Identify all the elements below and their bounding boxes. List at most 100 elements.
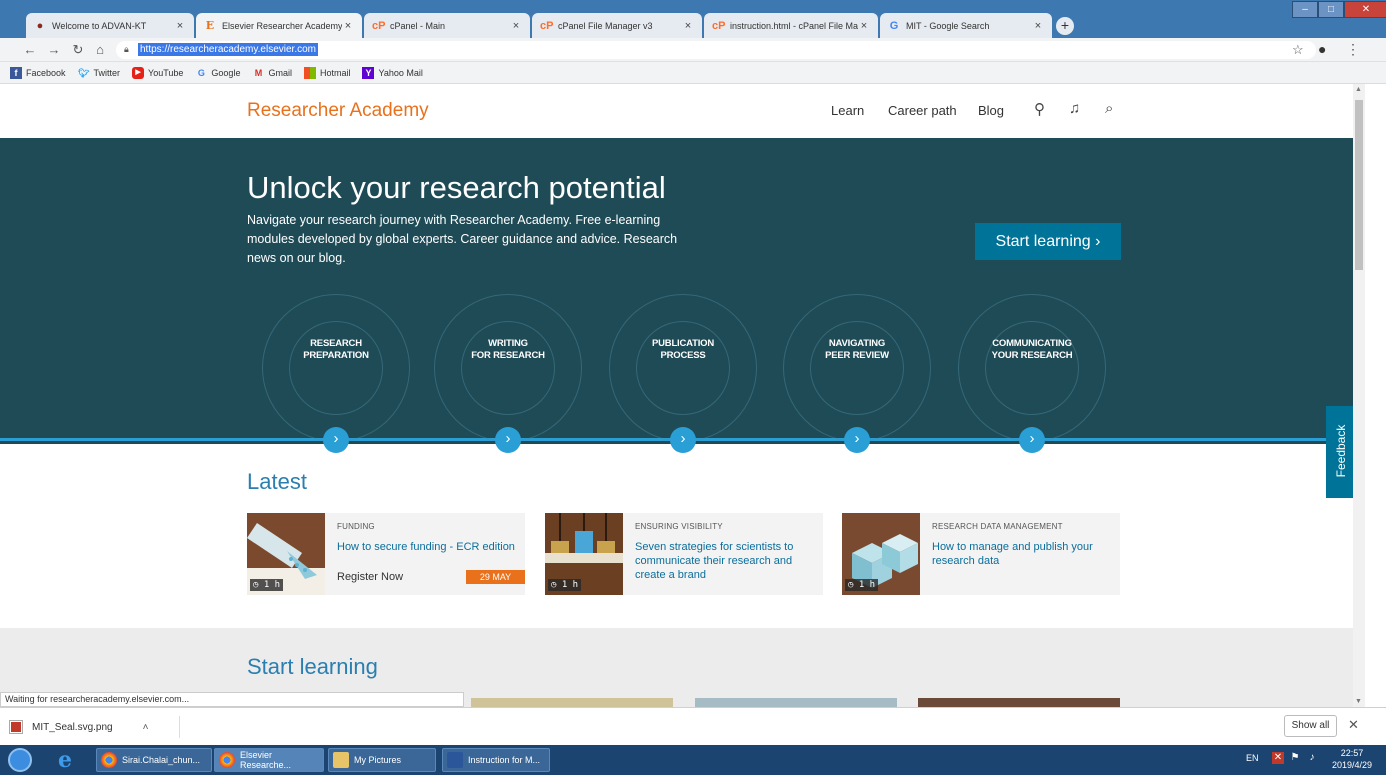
back-icon[interactable]: ← bbox=[22, 42, 38, 58]
minimize-button[interactable]: – bbox=[1292, 1, 1318, 18]
facebook-icon: f bbox=[10, 66, 22, 79]
window-close-button[interactable]: ✕ bbox=[1344, 1, 1386, 18]
close-icon[interactable]: × bbox=[858, 20, 870, 32]
cpanel-icon: cP bbox=[540, 19, 554, 32]
article-card-data-management[interactable]: ◷ 1 h RESEARCH DATA MANAGEMENT How to ma… bbox=[842, 513, 1120, 595]
article-category: ENSURING VISIBILITY bbox=[635, 522, 723, 531]
elsevier-icon: E bbox=[205, 18, 215, 32]
scroll-up-icon[interactable]: ▲ bbox=[1355, 86, 1362, 93]
close-icon[interactable]: × bbox=[1032, 20, 1044, 32]
latest-heading: Latest bbox=[247, 469, 307, 494]
decorative-ring bbox=[985, 321, 1079, 415]
tab-google-search[interactable]: G MIT - Google Search × bbox=[880, 13, 1052, 38]
step-publication-process[interactable]: PUBLICATION PROCESS › bbox=[603, 294, 763, 458]
tab-label: instruction.html - cPanel File Ma bbox=[730, 20, 858, 31]
home-icon[interactable]: ⌂ bbox=[92, 42, 108, 58]
nav-career-path[interactable]: Career path bbox=[888, 103, 957, 118]
windows-start-icon[interactable] bbox=[8, 748, 32, 772]
module-card[interactable] bbox=[695, 698, 897, 707]
tab-cpanel-filemanager[interactable]: cP cPanel File Manager v3 × bbox=[532, 13, 702, 38]
internet-explorer-icon[interactable]: e bbox=[58, 747, 72, 773]
article-card-visibility[interactable]: ◷ 1 h ENSURING VISIBILITY Seven strategi… bbox=[545, 513, 823, 595]
article-title[interactable]: How to manage and publish your research … bbox=[932, 540, 1112, 568]
show-all-button[interactable]: Show all bbox=[1284, 715, 1337, 737]
feedback-button[interactable]: Feedback bbox=[1326, 406, 1353, 498]
site-logo[interactable]: Researcher Academy bbox=[247, 100, 429, 122]
taskbar-item-my-pictures[interactable]: My Pictures bbox=[328, 748, 436, 772]
chevron-up-icon[interactable]: ˄ bbox=[143, 722, 149, 733]
browser-menu-icon[interactable]: ⋮ bbox=[1346, 41, 1360, 58]
bookmark-label: Yahoo Mail bbox=[378, 67, 423, 78]
scrollbar[interactable]: ▲ ▼ bbox=[1353, 84, 1365, 707]
bookmark-label: Facebook bbox=[26, 67, 66, 78]
bookmark-twitter[interactable]: 🐦︎ Twitter bbox=[78, 67, 120, 79]
close-icon[interactable]: × bbox=[342, 20, 354, 32]
step-communicating-your-research[interactable]: COMMUNICATING YOUR RESEARCH › bbox=[952, 294, 1112, 458]
article-thumbnail: ◷ 1 h bbox=[545, 513, 623, 595]
new-tab-button[interactable]: + bbox=[1056, 17, 1074, 35]
tab-elsevier[interactable]: E Elsevier Researcher Academy - U × bbox=[196, 13, 362, 38]
search-icon[interactable]: ⌕ bbox=[1105, 100, 1113, 117]
downloads-bar: MIT_Seal.svg.png ˄ Show all ✕ bbox=[0, 707, 1386, 745]
bookmark-facebook[interactable]: f Facebook bbox=[10, 66, 66, 79]
bookmark-label: Hotmail bbox=[319, 67, 351, 78]
cpanel-icon: cP bbox=[372, 19, 386, 32]
scrollbar-thumb[interactable] bbox=[1355, 100, 1363, 270]
taskbar-item-chrome-1[interactable]: Sirai.Chalai_chun... bbox=[96, 748, 212, 772]
step-research-preparation[interactable]: RESEARCH PREPARATION › bbox=[256, 294, 416, 458]
scroll-down-icon[interactable]: ▼ bbox=[1355, 698, 1362, 705]
security-icon[interactable]: ✕ bbox=[1272, 752, 1284, 764]
chevron-right-icon[interactable]: › bbox=[323, 427, 349, 453]
step-navigating-peer-review[interactable]: NAVIGATING PEER REVIEW › bbox=[777, 294, 937, 458]
duration-badge: ◷ 1 h bbox=[250, 579, 284, 591]
forward-icon[interactable]: → bbox=[46, 42, 62, 58]
nav-learn[interactable]: Learn bbox=[831, 103, 864, 118]
bookmark-hotmail[interactable]: Hotmail bbox=[303, 66, 351, 79]
start-learning-heading: Start learning bbox=[247, 654, 378, 679]
start-learning-button[interactable]: Start learning › bbox=[975, 223, 1121, 260]
tab-advan[interactable]: ● Welcome to ADVAN-KT × bbox=[26, 13, 194, 38]
tab-instruction[interactable]: cP instruction.html - cPanel File Ma × bbox=[704, 13, 878, 38]
article-title[interactable]: Seven strategies for scientists to commu… bbox=[635, 540, 815, 582]
bookmark-youtube[interactable]: ▶ YouTube bbox=[132, 66, 183, 79]
bookmark-gmail[interactable]: M Gmail bbox=[252, 67, 292, 79]
chevron-right-icon[interactable]: › bbox=[1019, 427, 1045, 453]
bell-icon[interactable]: ♫ bbox=[1069, 100, 1080, 117]
network-icon[interactable]: ⚑ bbox=[1289, 752, 1301, 764]
volume-icon[interactable]: ♪ bbox=[1306, 752, 1318, 764]
user-icon[interactable]: ⚲ bbox=[1034, 100, 1045, 118]
taskbar-item-word[interactable]: Instruction for M... bbox=[442, 748, 550, 772]
download-item[interactable]: MIT_Seal.svg.png ˄ bbox=[10, 716, 180, 738]
step-writing-for-research[interactable]: WRITING FOR RESEARCH › bbox=[428, 294, 588, 458]
bookmark-yahoo[interactable]: Y Yahoo Mail bbox=[362, 66, 423, 79]
article-title[interactable]: How to secure funding - ECR edition bbox=[337, 540, 517, 554]
step-label: RESEARCH PREPARATION bbox=[303, 338, 369, 361]
close-icon[interactable]: × bbox=[510, 20, 522, 32]
module-card[interactable] bbox=[918, 698, 1120, 707]
browser-window: ● Welcome to ADVAN-KT × E Elsevier Resea… bbox=[0, 0, 1386, 745]
windows-taskbar: e Sirai.Chalai_chun... Elsevier Research… bbox=[0, 745, 1386, 775]
register-link[interactable]: Register Now bbox=[337, 571, 403, 583]
cpanel-icon: cP bbox=[712, 19, 726, 32]
module-card[interactable] bbox=[471, 698, 673, 707]
reload-icon[interactable]: ↻ bbox=[70, 42, 86, 58]
bookmark-google[interactable]: G Google bbox=[195, 67, 241, 79]
chevron-right-icon[interactable]: › bbox=[495, 427, 521, 453]
chevron-right-icon[interactable]: › bbox=[844, 427, 870, 453]
system-clock[interactable]: 22:57 2019/4/29 bbox=[1328, 747, 1376, 771]
tab-label: MIT - Google Search bbox=[906, 20, 990, 31]
close-icon[interactable]: × bbox=[174, 20, 186, 32]
tab-cpanel-main[interactable]: cP cPanel - Main × bbox=[364, 13, 530, 38]
profile-icon[interactable]: ● bbox=[1318, 41, 1326, 57]
url-input[interactable]: 🔒︎ https://researcheracademy.elsevier.co… bbox=[116, 41, 1316, 59]
chevron-right-icon[interactable]: › bbox=[670, 427, 696, 453]
taskbar-item-chrome-2[interactable]: Elsevier Researche... bbox=[214, 748, 324, 772]
close-icon[interactable]: ✕ bbox=[1348, 717, 1359, 733]
maximize-button[interactable]: □ bbox=[1318, 1, 1344, 18]
language-indicator[interactable]: EN bbox=[1246, 753, 1259, 763]
nav-blog[interactable]: Blog bbox=[978, 103, 1004, 118]
google-icon: G bbox=[889, 19, 899, 32]
close-icon[interactable]: × bbox=[682, 20, 694, 32]
article-card-funding[interactable]: ◷ 1 h FUNDING How to secure funding - EC… bbox=[247, 513, 525, 595]
bookmark-star-icon[interactable]: ☆ bbox=[1292, 42, 1304, 58]
